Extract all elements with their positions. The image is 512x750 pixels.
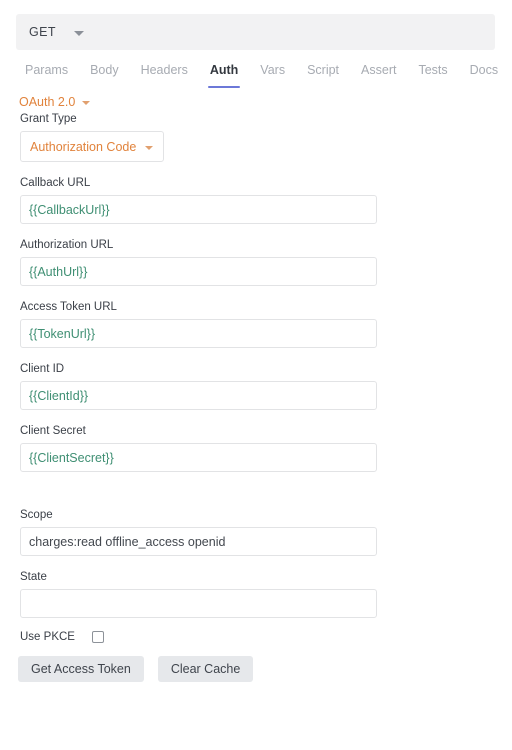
tab-body[interactable]: Body — [79, 62, 130, 88]
state-label: State — [20, 571, 47, 583]
field-state: State — [0, 571, 512, 618]
field-access-token-url: Access Token URL {{TokenUrl}} — [0, 301, 512, 348]
field-scope: Scope charges:read offline_access openid — [0, 509, 512, 556]
tab-label: Docs — [469, 63, 499, 77]
method-selector[interactable]: GET — [16, 14, 495, 50]
client-secret-value: {{ClientSecret}} — [29, 450, 114, 465]
oauth2-form: Grant Type Authorization Code Callback U… — [0, 113, 512, 682]
grant-type-label: Grant Type — [20, 113, 77, 125]
client-secret-input[interactable]: {{ClientSecret}} — [20, 443, 377, 472]
tab-label: Assert — [361, 63, 397, 77]
access-token-url-value: {{TokenUrl}} — [29, 326, 96, 341]
grant-type-select[interactable]: Authorization Code — [20, 131, 165, 162]
chevron-down-icon — [145, 145, 154, 150]
field-authorization-url: Authorization URL {{AuthUrl}} — [0, 239, 512, 286]
callback-url-input[interactable]: {{CallbackUrl}} — [20, 195, 377, 224]
client-id-input[interactable]: {{ClientId}} — [20, 381, 377, 410]
auth-mode-label: OAuth 2.0 — [19, 95, 76, 109]
authorization-url-label: Authorization URL — [20, 239, 114, 251]
tab-params[interactable]: Params — [14, 62, 79, 88]
tab-script[interactable]: Script — [296, 62, 350, 88]
field-callback-url: Callback URL {{CallbackUrl}} — [0, 177, 512, 224]
scope-input[interactable]: charges:read offline_access openid — [20, 527, 377, 556]
chevron-down-icon — [82, 101, 91, 105]
field-grant-type: Grant Type Authorization Code — [0, 113, 512, 162]
tab-auth[interactable]: Auth — [199, 62, 249, 88]
access-token-url-label: Access Token URL — [20, 301, 117, 313]
field-client-id: Client ID {{ClientId}} — [0, 363, 512, 410]
pkce-row: Use PKCE — [20, 631, 512, 643]
tab-label: Auth — [209, 63, 239, 77]
get-access-token-button[interactable]: Get Access Token — [18, 656, 144, 682]
tab-tests[interactable]: Tests — [407, 62, 458, 88]
auth-mode-selector[interactable]: OAuth 2.0 — [19, 95, 91, 109]
state-input[interactable] — [20, 589, 377, 618]
tab-docs[interactable]: Docs — [459, 62, 509, 88]
tab-label: Vars — [260, 63, 286, 77]
action-buttons: Get Access Token Clear Cache — [18, 656, 512, 682]
grant-type-value: Authorization Code — [30, 139, 137, 154]
request-tabs: Params Body Headers Auth Vars Script Ass… — [14, 62, 509, 88]
tab-label: Tests — [418, 63, 448, 77]
tab-vars[interactable]: Vars — [249, 62, 296, 88]
callback-url-value: {{CallbackUrl}} — [29, 202, 110, 217]
scope-label: Scope — [20, 509, 53, 521]
client-id-value: {{ClientId}} — [29, 388, 89, 403]
scope-value: charges:read offline_access openid — [29, 534, 226, 549]
callback-url-label: Callback URL — [20, 177, 91, 189]
tab-label: Body — [90, 63, 119, 77]
client-secret-label: Client Secret — [20, 425, 86, 437]
chevron-down-icon — [73, 30, 84, 36]
tab-headers[interactable]: Headers — [130, 62, 199, 88]
pkce-checkbox[interactable] — [91, 631, 104, 643]
tab-label: Script — [307, 63, 340, 77]
access-token-url-input[interactable]: {{TokenUrl}} — [20, 319, 377, 348]
client-id-label: Client ID — [20, 363, 65, 375]
pkce-label: Use PKCE — [20, 631, 75, 643]
authorization-url-value: {{AuthUrl}} — [29, 264, 88, 279]
field-client-secret: Client Secret {{ClientSecret}} — [0, 425, 512, 472]
tab-label: Headers — [140, 63, 188, 77]
tab-assert[interactable]: Assert — [350, 62, 407, 88]
clear-cache-button[interactable]: Clear Cache — [157, 656, 254, 682]
tab-label: Params — [25, 63, 69, 77]
method-label: GET — [29, 25, 56, 39]
authorization-url-input[interactable]: {{AuthUrl}} — [20, 257, 377, 286]
